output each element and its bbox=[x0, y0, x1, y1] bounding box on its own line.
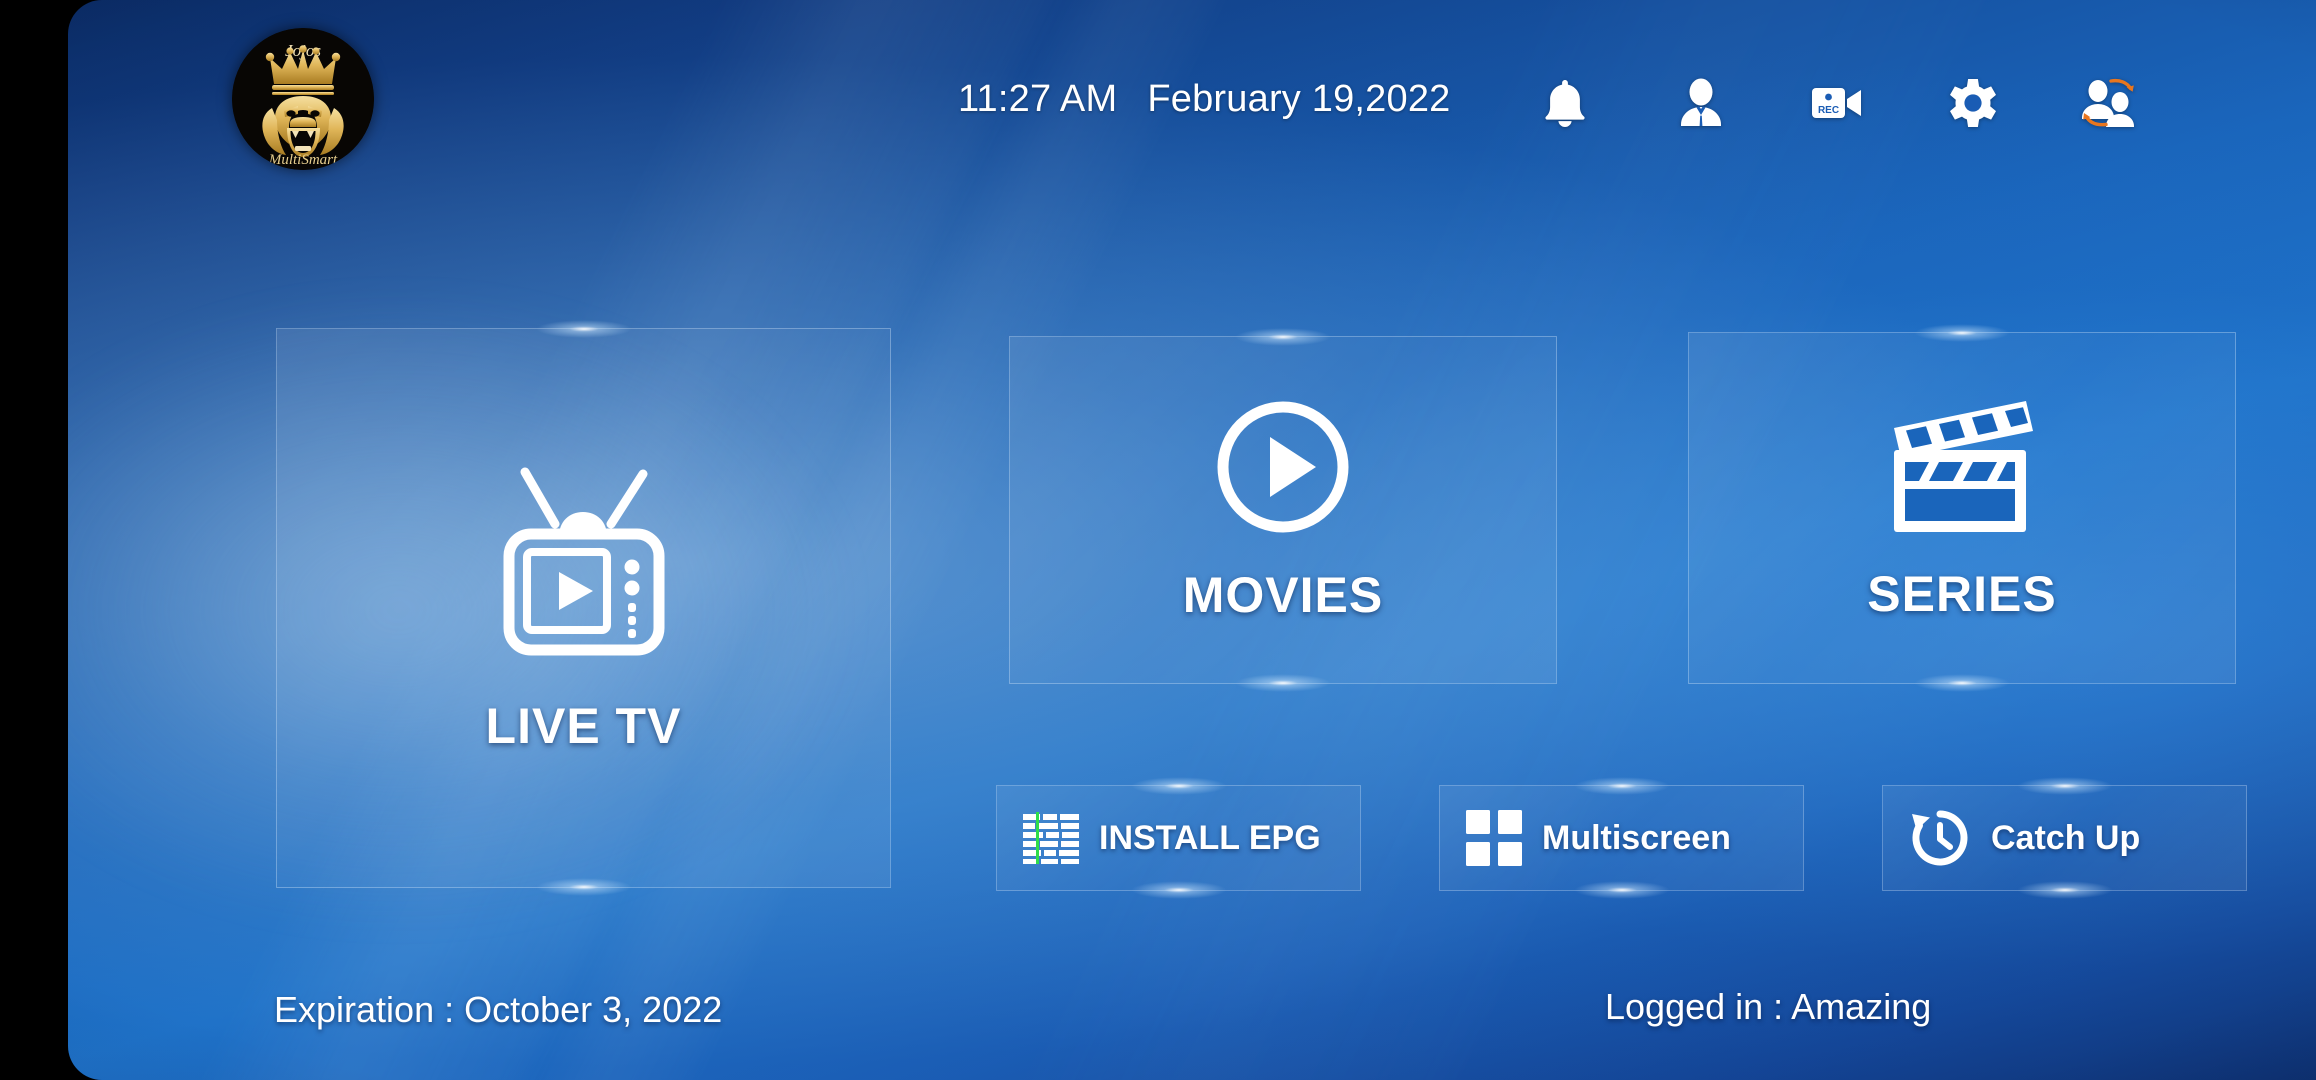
tile-sparkle bbox=[1914, 674, 2010, 692]
retro-tv-icon bbox=[493, 462, 675, 663]
recording-icon[interactable]: REC bbox=[1808, 72, 1866, 134]
switch-user-icon[interactable] bbox=[2080, 72, 2138, 134]
tile-sparkle bbox=[535, 878, 632, 896]
account-icon[interactable] bbox=[1672, 72, 1730, 134]
clapperboard-icon bbox=[1882, 394, 2042, 545]
tile-sparkle bbox=[535, 320, 632, 338]
header-icon-bar: REC bbox=[1536, 72, 2138, 134]
crowned-gorilla-logo-icon: Jojos bbox=[232, 28, 374, 170]
play-circle-icon bbox=[1213, 397, 1353, 542]
tile-sparkle bbox=[1235, 328, 1331, 346]
app-logo: Jojos bbox=[232, 28, 374, 170]
history-clock-icon bbox=[1909, 808, 1971, 868]
install-epg-button[interactable]: INSTALL EPG bbox=[996, 777, 1361, 899]
button-sparkle bbox=[1573, 881, 1670, 899]
install-epg-label: INSTALL EPG bbox=[1099, 818, 1321, 857]
tile-label-movies: MOVIES bbox=[1182, 566, 1384, 623]
catch-up-button[interactable]: Catch Up bbox=[1882, 777, 2247, 899]
tile-label-series: SERIES bbox=[1867, 565, 2057, 622]
button-sparkle bbox=[1573, 777, 1670, 795]
tile-sparkle bbox=[1235, 674, 1331, 692]
button-sparkle bbox=[2016, 881, 2113, 899]
catch-up-label: Catch Up bbox=[1991, 818, 2141, 857]
clock-date-group: 11:27 AM February 19,2022 bbox=[958, 78, 1451, 121]
tile-movies[interactable]: MOVIES bbox=[1009, 328, 1557, 692]
tile-sparkle bbox=[1914, 324, 2010, 342]
tile-label-live-tv: LIVE TV bbox=[485, 697, 682, 754]
tile-series[interactable]: SERIES bbox=[1688, 324, 2236, 692]
svg-text:REC: REC bbox=[1818, 105, 1839, 116]
current-date: February 19,2022 bbox=[1147, 78, 1451, 120]
button-sparkle bbox=[1130, 881, 1227, 899]
settings-icon[interactable] bbox=[1944, 72, 2002, 134]
svg-text:MultiSmart: MultiSmart bbox=[268, 152, 338, 168]
app-screen: Jojos bbox=[68, 0, 2316, 1080]
button-sparkle bbox=[1130, 777, 1227, 795]
button-sparkle bbox=[2016, 777, 2113, 795]
app-screenshot: Jojos bbox=[0, 0, 2316, 1080]
grid-4-icon bbox=[1466, 810, 1522, 866]
app-header: Jojos bbox=[68, 0, 2316, 210]
logged-in-status: Logged in : Amazing bbox=[1605, 986, 1932, 1027]
multiscreen-button[interactable]: Multiscreen bbox=[1439, 777, 1804, 899]
current-time: 11:27 AM bbox=[958, 78, 1118, 120]
tile-live-tv[interactable]: LIVE TV bbox=[276, 320, 891, 896]
notifications-icon[interactable] bbox=[1536, 72, 1594, 134]
expiration-status: Expiration : October 3, 2022 bbox=[274, 989, 723, 1030]
epg-grid-icon bbox=[1023, 812, 1079, 864]
multiscreen-label: Multiscreen bbox=[1542, 818, 1731, 857]
